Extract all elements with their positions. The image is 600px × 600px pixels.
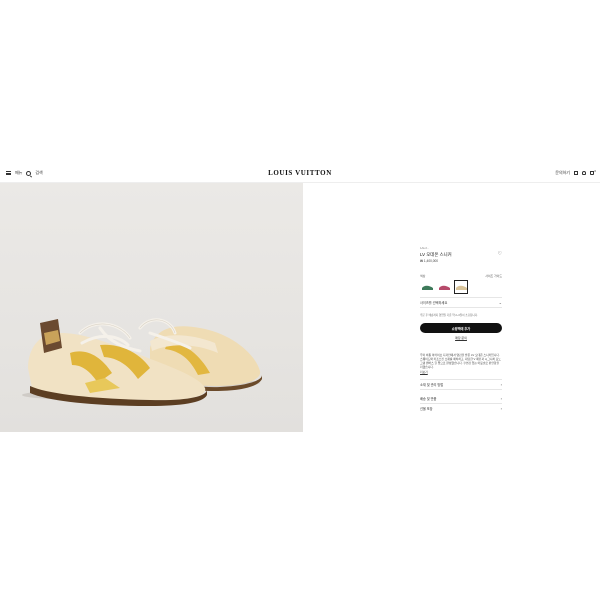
accordion-materials-label: 소재 및 관리 방법 (420, 383, 444, 387)
bag-count: 0 (594, 169, 596, 173)
pink-shoe-thumbnail (438, 285, 450, 290)
product-price: ₩ 1,400,000 (420, 259, 439, 263)
accordion-delivery[interactable]: 배송 및 반품 › (420, 394, 502, 403)
chevron-down-icon: ⌄ (498, 300, 502, 305)
accordion-gift-label: 선물 포장 (420, 407, 433, 411)
sneaker-illustration (22, 318, 262, 406)
product-panel: 1AHJ... LV 오데온 스니커 ♡ ₩ 1,400,000 색상 사이즈 … (420, 246, 502, 413)
read-more-link[interactable]: 더보기 (420, 370, 502, 374)
wishlist-heart-icon[interactable]: ♡ (498, 252, 502, 257)
beige-shoe-thumbnail (455, 285, 467, 290)
product-sku: 1AHJ... (420, 246, 430, 250)
divider (420, 389, 502, 390)
size-guide-link[interactable]: 사이즈 가이드 (485, 274, 502, 278)
title-row: LV 오데온 스니커 ♡ (420, 252, 502, 258)
size-select[interactable]: 사이즈를 선택하세요 ⌄ (420, 298, 502, 307)
accordion-materials[interactable]: 소재 및 관리 방법 › (420, 380, 502, 389)
swatch-green[interactable] (420, 280, 434, 294)
chevron-right-icon: › (500, 382, 502, 387)
color-label: 색상 (420, 274, 426, 278)
size-select-label: 사이즈를 선택하세요 (420, 301, 448, 305)
color-row: 색상 사이즈 가이드 (420, 274, 502, 278)
product-image[interactable] (0, 183, 303, 432)
chevron-right-icon: › (500, 396, 502, 401)
accordion-gift[interactable]: 선물 포장 › (420, 404, 502, 413)
chevron-right-icon: › (500, 406, 502, 411)
brand-logo[interactable]: LOUIS VUITTON (0, 169, 600, 177)
divider (420, 307, 502, 308)
contact-link[interactable]: 문의하기 (555, 170, 570, 176)
green-shoe-thumbnail (421, 285, 433, 290)
add-to-bag-button[interactable]: 쇼핑백에 추가 (420, 323, 502, 333)
product-description: 루이 비통 아카이브 디자인에서 영감을 받은 LV 오데온 스니커입니다. 스… (420, 353, 501, 369)
accordion-delivery-label: 배송 및 반품 (420, 397, 437, 401)
shopping-bag-icon[interactable]: 0 (590, 169, 596, 175)
delivery-note: 주문 후 배송까지 영업일 기준 약 2~3일이 소요됩니다. (420, 314, 478, 317)
gift-icon[interactable] (574, 171, 578, 175)
site-header: 메뉴 검색 LOUIS VUITTON 문의하기 0 (0, 166, 600, 183)
store-inquiry-link[interactable]: 매장 문의 (420, 336, 502, 340)
product-title: LV 오데온 스니커 (420, 252, 452, 257)
swatch-pink[interactable] (437, 280, 451, 294)
swatch-beige[interactable] (454, 280, 468, 294)
account-icon[interactable] (582, 171, 586, 175)
color-swatches (420, 280, 502, 294)
header-right: 문의하기 0 (555, 169, 596, 176)
